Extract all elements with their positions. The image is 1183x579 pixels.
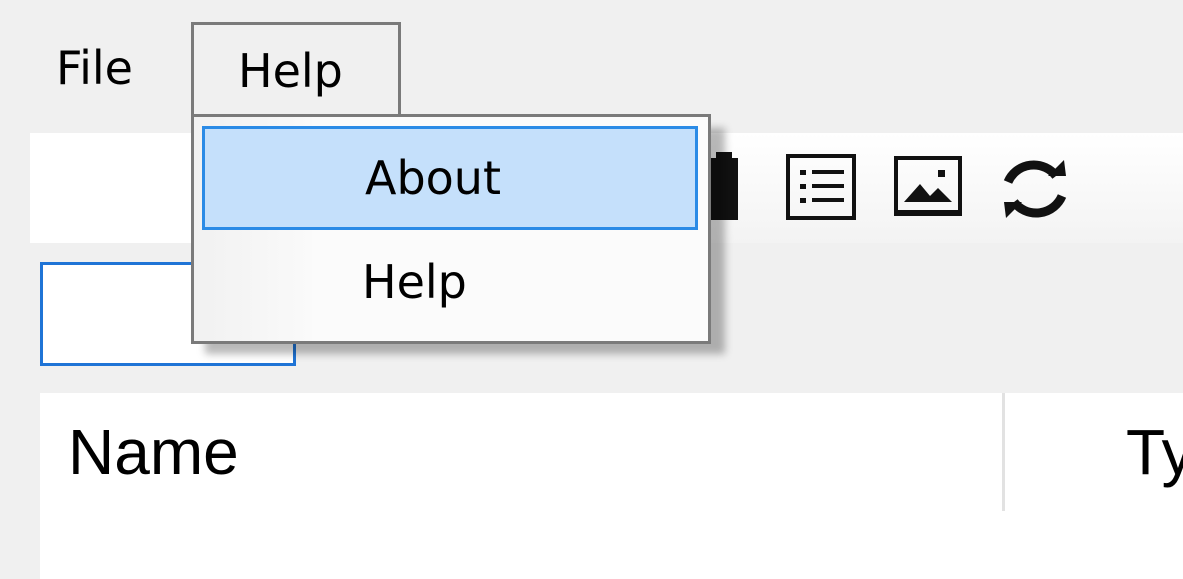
column-header-type[interactable]: Ty bbox=[1126, 393, 1183, 511]
help-dropdown-menu: About Help bbox=[191, 114, 711, 344]
list-details-icon[interactable] bbox=[780, 146, 866, 232]
menu-file[interactable]: File bbox=[40, 22, 149, 114]
refresh-icon[interactable] bbox=[992, 146, 1078, 232]
menu-item-about[interactable]: About bbox=[202, 126, 698, 230]
menu-help[interactable]: Help bbox=[191, 22, 401, 126]
menu-item-help[interactable]: Help bbox=[202, 233, 698, 337]
column-divider[interactable] bbox=[1002, 393, 1005, 511]
file-table: Name Ty bbox=[40, 393, 1183, 579]
column-header-name[interactable]: Name bbox=[68, 393, 239, 511]
image-icon[interactable] bbox=[888, 146, 974, 232]
menu-bar: File Help bbox=[0, 0, 1183, 126]
